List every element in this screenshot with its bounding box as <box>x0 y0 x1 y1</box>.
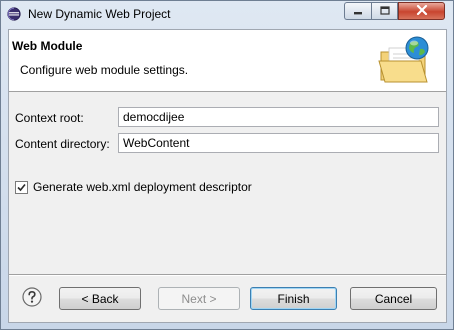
window-title: New Dynamic Web Project <box>28 7 171 21</box>
folder-globe-icon <box>375 34 435 88</box>
wizard-banner: Web Module Configure web module settings… <box>9 30 446 92</box>
back-button[interactable]: < Back <box>59 287 141 310</box>
maximize-icon <box>379 4 390 18</box>
next-button[interactable]: Next > <box>158 287 240 310</box>
minimize-button[interactable] <box>344 2 371 20</box>
page-title: Web Module <box>12 39 83 53</box>
content-directory-input[interactable] <box>118 133 439 153</box>
help-icon[interactable] <box>22 287 42 307</box>
finish-button[interactable]: Finish <box>250 287 337 310</box>
dialog-client-area: Web Module Configure web module settings… <box>8 29 447 323</box>
close-icon <box>416 4 428 18</box>
maximize-button[interactable] <box>371 2 398 20</box>
eclipse-icon <box>7 7 21 21</box>
generate-descriptor-label: Generate web.xml deployment descriptor <box>33 180 252 194</box>
context-root-label: Context root: <box>15 111 84 125</box>
generate-descriptor-checkbox[interactable] <box>15 180 28 194</box>
close-button[interactable] <box>398 2 445 20</box>
page-description: Configure web module settings. <box>20 63 189 77</box>
minimize-icon <box>353 4 363 18</box>
content-directory-label: Content directory: <box>15 137 110 151</box>
generate-descriptor-option[interactable]: Generate web.xml deployment descriptor <box>15 179 252 195</box>
checkmark-icon <box>17 183 26 191</box>
title-bar[interactable]: New Dynamic Web Project <box>1 1 453 29</box>
dialog-window: New Dynamic Web Project Web Module Confi… <box>0 0 454 330</box>
cancel-button[interactable]: Cancel <box>350 287 437 310</box>
context-root-input[interactable] <box>118 107 439 127</box>
footer-divider <box>9 274 446 276</box>
